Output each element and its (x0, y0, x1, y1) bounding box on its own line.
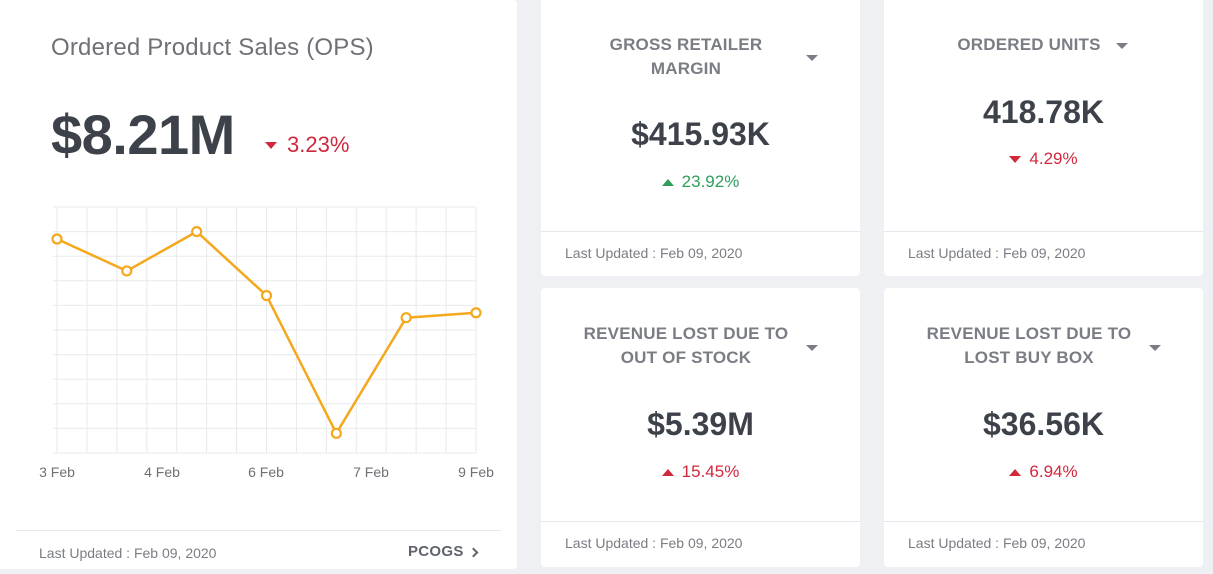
gross-retailer-margin-change: 23.92% (541, 172, 860, 192)
pcogs-link[interactable]: PCOGS (408, 543, 479, 560)
x-tick-label: 9 Feb (458, 464, 494, 480)
ops-title: Ordered Product Sales (OPS) (51, 34, 374, 61)
title-line-1: REVENUE LOST DUE TO (583, 324, 789, 343)
revenue-lost-buybox-title: REVENUE LOST DUE TO LOST BUY BOX (904, 322, 1154, 370)
change-value: 6.94% (1029, 462, 1078, 481)
revenue-lost-oos-change: 15.45% (541, 462, 860, 482)
change-value: 23.92% (681, 172, 740, 191)
caret-down-icon[interactable] (806, 55, 818, 61)
ops-value: $8.21M (51, 103, 235, 166)
chevron-right-icon (468, 547, 479, 557)
caret-down-icon[interactable] (1149, 345, 1161, 351)
ops-change: 3.23% (265, 132, 349, 158)
caret-up-icon (661, 468, 674, 476)
revenue-lost-buybox-card: REVENUE LOST DUE TO LOST BUY BOX $36.56K… (884, 288, 1203, 567)
card-footer-divider (541, 231, 860, 232)
title-line-2: LOST BUY BOX (964, 348, 1094, 367)
card-footer-divider (541, 521, 860, 522)
title-line-1: REVENUE LOST DUE TO (926, 324, 1132, 343)
gross-retailer-margin-value: $415.93K (631, 116, 770, 152)
data-point[interactable] (330, 427, 342, 439)
gross-retailer-margin-card: GROSS RETAILER MARGIN $415.93K 23.92% La… (541, 0, 860, 276)
revenue-lost-oos-title: REVENUE LOST DUE TO OUT OF STOCK (561, 322, 811, 370)
ordered-units-change: 4.29% (884, 149, 1203, 169)
caret-down-icon (1009, 155, 1022, 163)
ordered-units-value: 418.78K (983, 94, 1104, 130)
ops-change-value: 3.23% (287, 132, 350, 157)
pcogs-label: PCOGS (408, 543, 464, 560)
revenue-lost-buybox-value: $36.56K (983, 406, 1104, 442)
change-value: 15.45% (681, 462, 740, 481)
x-tick-label: 7 Feb (353, 464, 389, 480)
data-point[interactable] (51, 233, 63, 245)
caret-up-icon (661, 178, 674, 186)
change-value: 4.29% (1029, 149, 1078, 168)
caret-down-icon (265, 141, 277, 149)
ordered-units-card: ORDERED UNITS 418.78K 4.29% Last Updated… (884, 0, 1203, 276)
ops-last-updated: Last Updated : Feb 09, 2020 (39, 545, 217, 561)
caret-down-icon[interactable] (1116, 43, 1128, 49)
x-tick-label: 4 Feb (144, 464, 180, 480)
revenue-lost-oos-card: REVENUE LOST DUE TO OUT OF STOCK $5.39M … (541, 288, 860, 567)
revenue-lost-oos-value: $5.39M (647, 406, 754, 442)
ops-card: Ordered Product Sales (OPS) $8.21M 3.23%… (0, 0, 517, 569)
card-footer-divider (884, 521, 1203, 522)
gross-retailer-margin-last-updated: Last Updated : Feb 09, 2020 (565, 245, 743, 261)
data-point[interactable] (470, 307, 482, 319)
chart-x-ticks: 3 Feb 4 Feb 6 Feb 7 Feb 9 Feb (39, 464, 494, 480)
revenue-lost-buybox-last-updated: Last Updated : Feb 09, 2020 (908, 535, 1086, 551)
data-point[interactable] (191, 225, 203, 238)
ops-line-chart[interactable]: 3 Feb 4 Feb 6 Feb 7 Feb 9 Feb (0, 195, 517, 495)
title-line-2: OUT OF STOCK (620, 348, 752, 367)
x-tick-label: 6 Feb (248, 464, 284, 480)
card-footer-divider (884, 231, 1203, 232)
title-line-2: MARGIN (650, 59, 722, 78)
revenue-lost-oos-last-updated: Last Updated : Feb 09, 2020 (565, 535, 743, 551)
chart-grid (53, 206, 477, 454)
title-line-1: GROSS RETAILER (609, 35, 763, 54)
caret-down-icon[interactable] (806, 345, 818, 351)
ops-footer-divider (16, 530, 501, 531)
ordered-units-last-updated: Last Updated : Feb 09, 2020 (908, 245, 1086, 261)
data-point[interactable] (400, 312, 412, 324)
revenue-lost-buybox-change: 6.94% (884, 462, 1203, 482)
x-tick-label: 3 Feb (39, 464, 75, 480)
data-point[interactable] (121, 265, 133, 277)
data-point[interactable] (260, 289, 273, 302)
caret-up-icon (1009, 468, 1022, 476)
gross-retailer-margin-title: GROSS RETAILER MARGIN (561, 33, 811, 81)
